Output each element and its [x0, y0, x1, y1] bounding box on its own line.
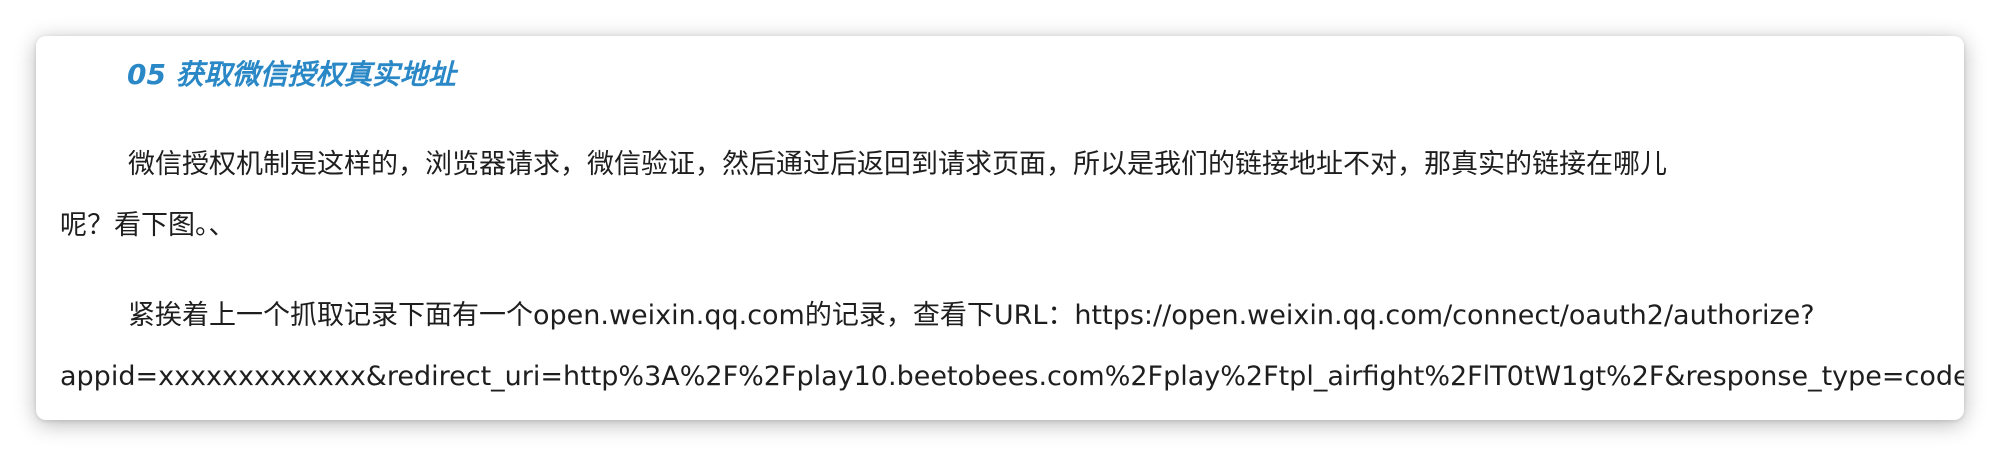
paragraph-1-line-2: 呢？看下图。、: [60, 210, 236, 241]
paragraph-1-line-1: 微信授权机制是这样的，浏览器请求，微信验证，然后通过后返回到请求页面，所以是我们…: [128, 149, 1667, 180]
paragraph-2-line-2: appid=xxxxxxxxxxxxx&redirect_uri=http%3A…: [60, 361, 1964, 392]
paragraph-2-line-1: 紧挨着上一个抓取记录下面有一个open.weixin.qq.com的记录，查看下…: [128, 300, 1815, 331]
section-heading: 05 获取微信授权真实地址: [127, 58, 456, 91]
article-card: 05 获取微信授权真实地址 微信授权机制是这样的，浏览器请求，微信验证，然后通过…: [36, 36, 1964, 420]
